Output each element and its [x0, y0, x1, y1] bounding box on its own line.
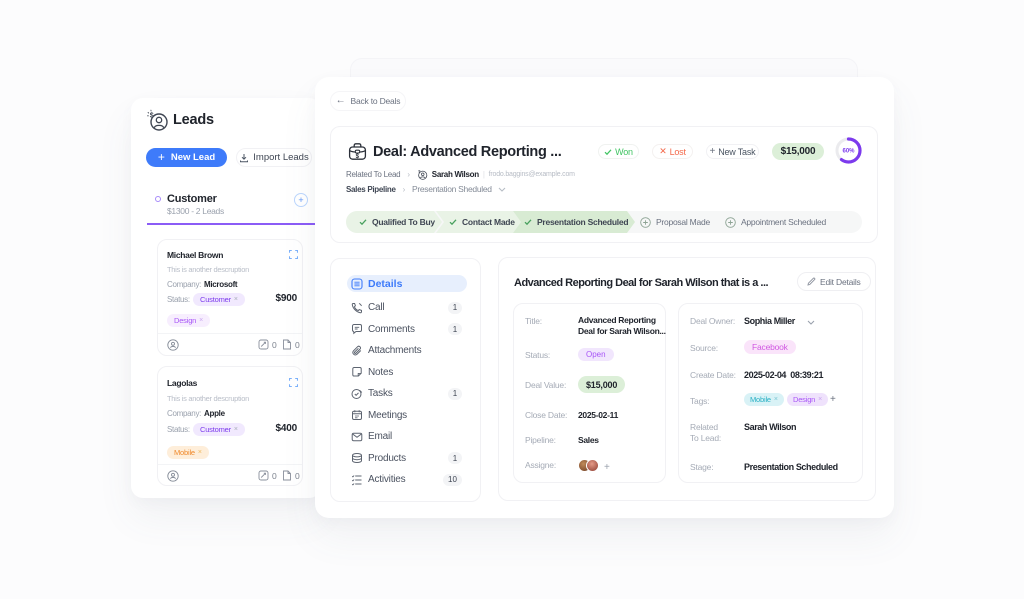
- svg-text:60%: 60%: [842, 149, 855, 155]
- svg-text:$: $: [150, 113, 154, 120]
